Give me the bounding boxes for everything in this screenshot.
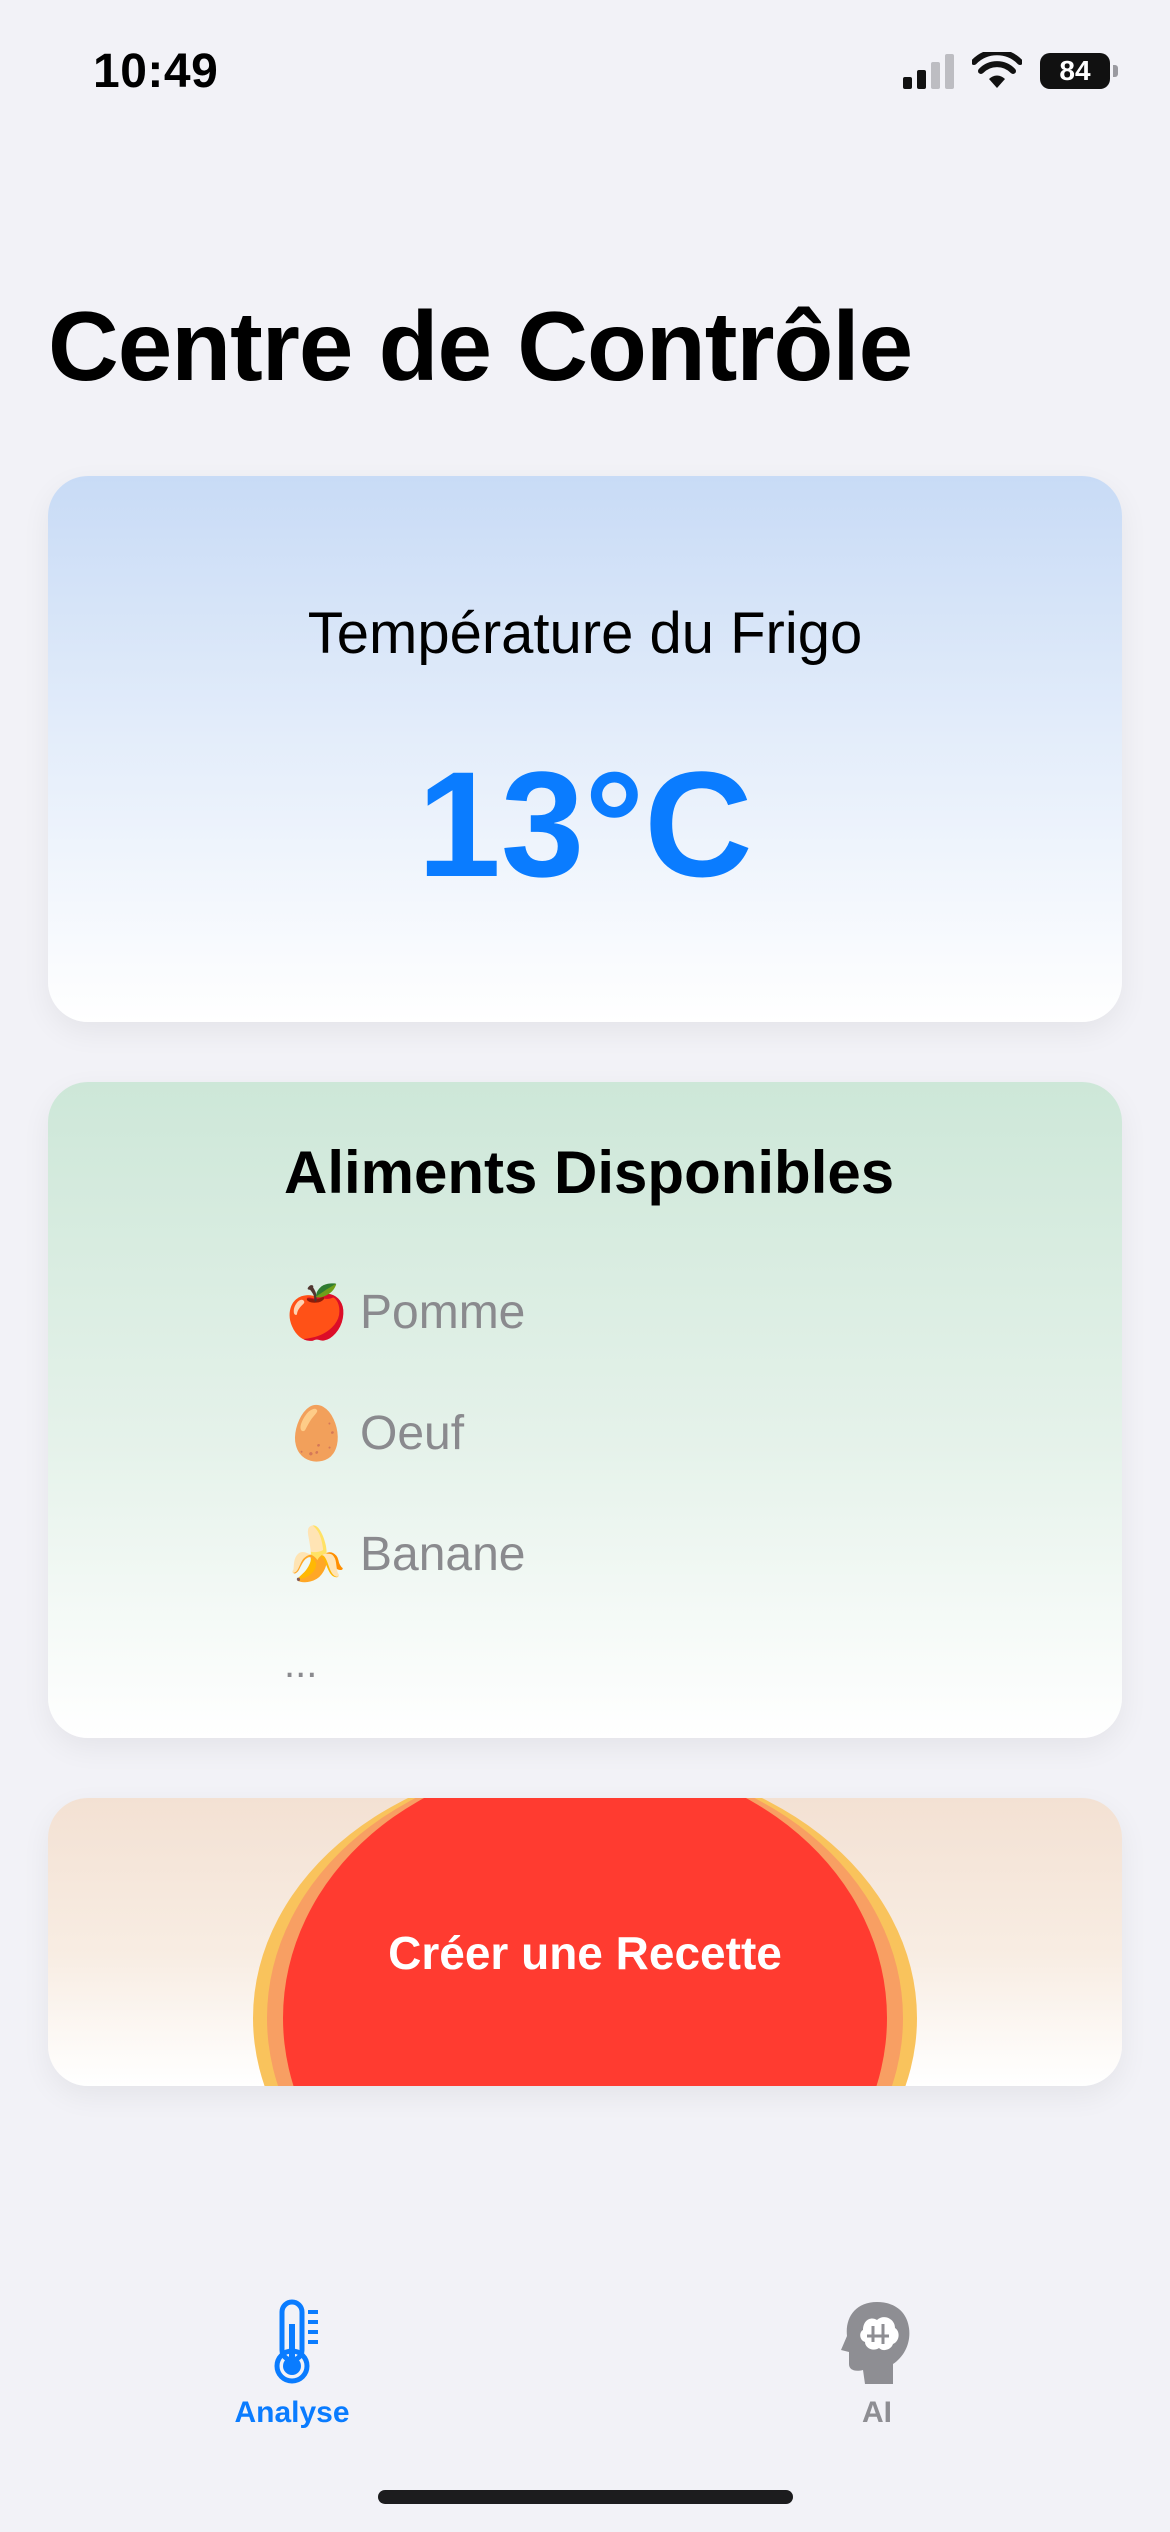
food-card-title: Aliments Disponibles: [284, 1139, 895, 1206]
list-item: 🥚 Oeuf: [284, 1373, 526, 1494]
temperature-label: Température du Frigo: [307, 601, 863, 666]
list-item: 🍌 Banane: [284, 1494, 526, 1615]
battery-icon: 84: [1040, 53, 1118, 89]
page-title: Centre de Contrôle: [48, 291, 913, 401]
wifi-icon: [972, 52, 1022, 88]
temperature-value: 13°C: [417, 740, 753, 908]
egg-icon: 🥚: [284, 1404, 349, 1463]
banana-icon: 🍌: [284, 1525, 349, 1584]
button-core: Créer une Recette: [283, 1798, 887, 2086]
food-card: Aliments Disponibles 🍎 Pomme 🥚 Oeuf 🍌 Ba…: [48, 1082, 1122, 1738]
food-name: Oeuf: [360, 1407, 465, 1460]
food-name: Pomme: [360, 1286, 526, 1339]
tab-ai[interactable]: AI: [777, 2298, 977, 2430]
tab-label: Analyse: [234, 2396, 350, 2429]
status-icons: 84: [903, 52, 1118, 90]
food-name: Banane: [360, 1528, 526, 1581]
tab-analyse[interactable]: Analyse: [192, 2298, 392, 2430]
food-list: 🍎 Pomme 🥚 Oeuf 🍌 Banane: [284, 1252, 526, 1615]
apple-icon: 🍎: [284, 1283, 349, 1342]
battery-level: 84: [1059, 55, 1091, 86]
temperature-card: Température du Frigo 13°C: [48, 476, 1122, 1022]
more-items-ellipsis: ...: [284, 1642, 318, 1686]
status-bar: 10:49 84: [0, 0, 1170, 150]
home-indicator: [378, 2490, 793, 2504]
cellular-signal-icon: [903, 53, 954, 89]
create-recipe-label: Créer une Recette: [388, 1927, 782, 1979]
tab-label: AI: [862, 2396, 892, 2429]
list-item: 🍎 Pomme: [284, 1252, 526, 1373]
thermometer-icon: [274, 2299, 318, 2384]
recipe-card: Créer une Recette: [48, 1798, 1122, 2086]
create-recipe-button[interactable]: Créer une Recette: [253, 1798, 917, 2086]
brain-head-icon: [841, 2302, 910, 2384]
screen: 10:49 84 Centre de Contrôle Température …: [0, 0, 1170, 2532]
status-time: 10:49: [93, 45, 219, 98]
